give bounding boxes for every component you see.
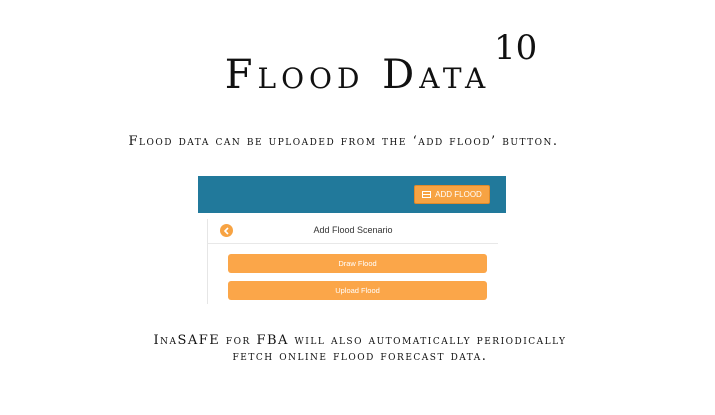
embedded-screenshot: ADD FLOOD Add Flood Scenario Draw Flood … — [198, 176, 506, 304]
panel-header: Add Flood Scenario — [208, 219, 498, 244]
add-flood-label: ADD FLOOD — [435, 190, 482, 199]
panel-title: Add Flood Scenario — [313, 225, 393, 235]
footer-caption: InaSAFE for FBA will also automatically … — [0, 333, 715, 365]
slide-title: Flood Data — [224, 52, 491, 98]
draw-flood-button[interactable]: Draw Flood — [228, 254, 487, 273]
footer-caption-line-1: InaSAFE for FBA will also automatically … — [153, 333, 567, 348]
footer-caption-line-2: fetch online flood forecast data. — [232, 349, 488, 364]
add-flood-button[interactable]: ADD FLOOD — [414, 185, 490, 204]
add-flood-panel: Add Flood Scenario Draw Flood Upload Flo… — [207, 219, 498, 304]
upload-flood-button[interactable]: Upload Flood — [228, 281, 487, 300]
slide-number: 10 — [494, 28, 538, 68]
layers-icon — [422, 191, 432, 198]
intro-caption: Flood data can be uploaded from the ‘add… — [128, 134, 559, 149]
app-header-bar: ADD FLOOD — [198, 176, 506, 213]
